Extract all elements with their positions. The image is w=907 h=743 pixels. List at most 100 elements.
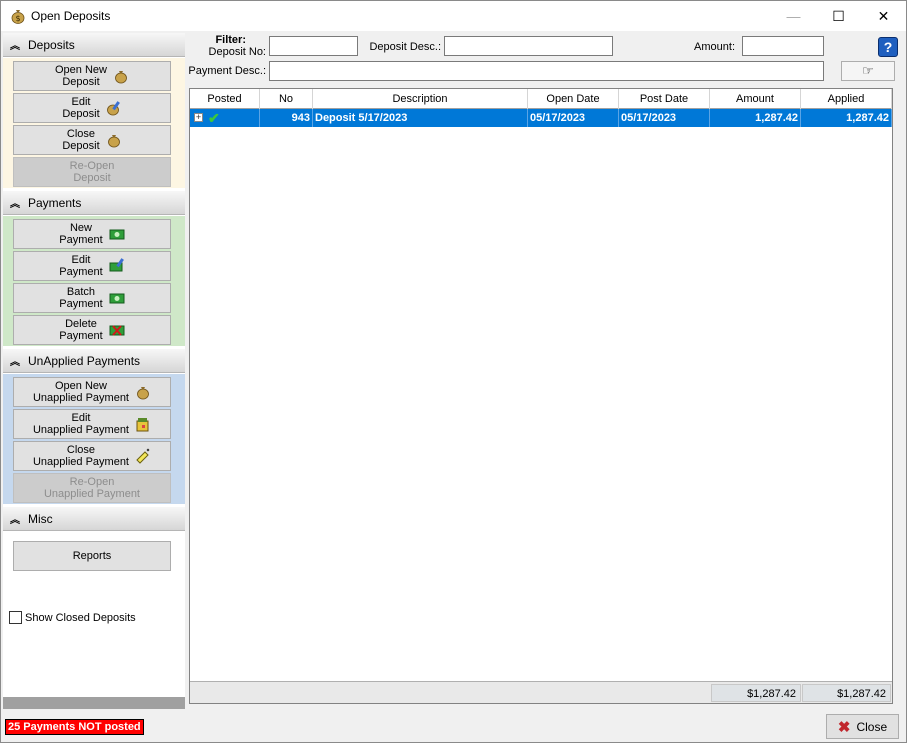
reopen-deposit-button[interactable]: Re-Open Deposit xyxy=(13,157,171,187)
column-header-amount[interactable]: Amount xyxy=(710,89,801,109)
maximize-button[interactable]: ☐ xyxy=(816,1,861,31)
edit-deposit-button[interactable]: Edit Deposit xyxy=(13,93,171,123)
button-label: Unapplied Payment xyxy=(32,456,129,468)
button-label: New xyxy=(69,222,92,234)
total-applied: $1,287.42 xyxy=(802,684,891,702)
unapplied-group-title: UnApplied Payments xyxy=(28,353,141,368)
window-close-button[interactable]: ✕ xyxy=(861,1,906,31)
window-title: Open Deposits xyxy=(31,9,111,23)
reopen-unapplied-payment-button[interactable]: Re-Open Unapplied Payment xyxy=(13,473,171,503)
money-bag-icon xyxy=(107,135,120,148)
show-closed-deposits-checkbox[interactable] xyxy=(9,611,22,624)
payment-desc-label: Payment Desc.: xyxy=(188,65,266,77)
deposit-desc-input[interactable] xyxy=(444,36,613,56)
batch-payment-button[interactable]: Batch Payment xyxy=(13,283,171,313)
status-badge: 25 Payments NOT posted xyxy=(5,719,144,735)
edit-money-bag-icon xyxy=(106,101,120,116)
pointing-hand-icon: ☞ xyxy=(862,63,874,78)
misc-group-title: Misc xyxy=(28,511,53,526)
button-label: Re-Open xyxy=(69,476,115,488)
delete-cash-icon xyxy=(109,325,125,336)
open-new-deposit-button[interactable]: Open New Deposit xyxy=(13,61,171,91)
description-cell: Deposit 5/17/2023 xyxy=(313,109,528,127)
open-date-cell: 05/17/2023 xyxy=(528,109,619,127)
deposits-group-header[interactable]: ︽ Deposits xyxy=(3,33,185,57)
grid-header: Posted No Description Open Date Post Dat… xyxy=(190,89,892,109)
chevron-up-icon: ︽ xyxy=(10,515,20,526)
edit-icon xyxy=(136,418,149,432)
edit-cash-icon xyxy=(109,258,124,272)
grid-footer: $1,287.42 $1,287.42 xyxy=(190,681,892,703)
deposits-grid: Posted No Description Open Date Post Dat… xyxy=(189,88,893,704)
button-label: Batch xyxy=(66,286,96,298)
button-label: Close xyxy=(66,444,96,456)
help-icon[interactable]: ? xyxy=(878,37,898,57)
button-label: Close xyxy=(66,128,96,140)
column-header-post-date[interactable]: Post Date xyxy=(619,89,710,109)
chevron-up-icon: ︽ xyxy=(10,357,20,368)
payment-desc-input[interactable] xyxy=(269,61,824,81)
amount-cell: 1,287.42 xyxy=(710,109,801,127)
reports-button[interactable]: Reports xyxy=(13,541,171,571)
nav-bottom-bar xyxy=(3,697,185,709)
posted-cell: + ✔ xyxy=(190,109,260,127)
button-label: Payment xyxy=(59,266,103,278)
chevron-up-icon: ︽ xyxy=(10,41,20,52)
button-label: Payment xyxy=(59,298,103,310)
edit-unapplied-payment-button[interactable]: Edit Unapplied Payment xyxy=(13,409,171,439)
deposit-no-input[interactable] xyxy=(269,36,358,56)
payments-group-body: New Payment Edit Payment Batch Payment Dele… xyxy=(3,216,185,346)
button-label: Edit xyxy=(71,254,91,266)
column-header-applied[interactable]: Applied xyxy=(801,89,892,109)
deposit-desc-label: Deposit Desc.: xyxy=(369,41,441,53)
amount-label: Amount: xyxy=(694,41,735,53)
payments-group-title: Payments xyxy=(28,195,82,210)
button-label: Unapplied Payment xyxy=(32,424,129,436)
svg-text:$: $ xyxy=(15,14,20,23)
delete-payment-button[interactable]: Delete Payment xyxy=(13,315,171,345)
column-header-no[interactable]: No xyxy=(260,89,313,109)
open-new-unapplied-payment-button[interactable]: Open New Unapplied Payment xyxy=(13,377,171,407)
amount-input[interactable] xyxy=(742,36,824,56)
expand-row-icon[interactable]: + xyxy=(194,113,203,122)
unapplied-group-body: Open New Unapplied Payment Edit Unapplied … xyxy=(3,374,185,504)
close-deposit-button[interactable]: Close Deposit xyxy=(13,125,171,155)
button-label: Reports xyxy=(72,550,112,562)
column-header-open-date[interactable]: Open Date xyxy=(528,89,619,109)
column-header-posted[interactable]: Posted xyxy=(190,89,260,109)
title-bar: $ Open Deposits — ☐ ✕ xyxy=(1,1,906,31)
deposit-no-label: Deposit No: xyxy=(208,46,266,58)
edit-payment-button[interactable]: Edit Payment xyxy=(13,251,171,281)
cash-icon xyxy=(109,229,125,240)
button-label: Payment xyxy=(59,234,103,246)
payments-group-header[interactable]: ︽ Payments xyxy=(3,191,185,215)
new-payment-button[interactable]: New Payment xyxy=(13,219,171,249)
button-label: Deposit xyxy=(62,108,100,120)
table-row[interactable]: + ✔ 943 Deposit 5/17/2023 05/17/2023 05/… xyxy=(190,109,892,127)
money-bag-icon: $ xyxy=(11,10,25,24)
close-icon: ✖ xyxy=(837,718,851,736)
button-label: Open New xyxy=(55,64,107,76)
button-label: Open New xyxy=(55,380,107,392)
close-icon xyxy=(136,448,150,464)
show-closed-deposits-row[interactable]: Show Closed Deposits xyxy=(9,611,136,624)
close-unapplied-payment-button[interactable]: Close Unapplied Payment xyxy=(13,441,171,471)
button-label: Unapplied Payment xyxy=(43,488,140,500)
button-label: Deposit xyxy=(62,140,100,152)
chevron-up-icon: ︽ xyxy=(10,199,20,210)
button-label: Edit xyxy=(71,412,91,424)
button-label: Unapplied Payment xyxy=(32,392,129,404)
filter-title: Filter: xyxy=(215,34,246,46)
check-icon: ✔ xyxy=(208,110,220,126)
button-label: Payment xyxy=(59,330,103,342)
minimize-button[interactable]: — xyxy=(771,1,816,31)
total-amount: $1,287.42 xyxy=(711,684,801,702)
misc-group-header[interactable]: ︽ Misc xyxy=(3,507,185,531)
column-header-description[interactable]: Description xyxy=(313,89,528,109)
apply-filter-button[interactable]: ☞ xyxy=(841,61,895,81)
show-closed-deposits-label: Show Closed Deposits xyxy=(25,611,136,624)
button-label: Deposit xyxy=(62,76,100,88)
unapplied-group-header[interactable]: ︽ UnApplied Payments xyxy=(3,349,185,373)
button-label: Deposit xyxy=(73,172,111,184)
close-button[interactable]: ✖ Close xyxy=(826,714,899,739)
